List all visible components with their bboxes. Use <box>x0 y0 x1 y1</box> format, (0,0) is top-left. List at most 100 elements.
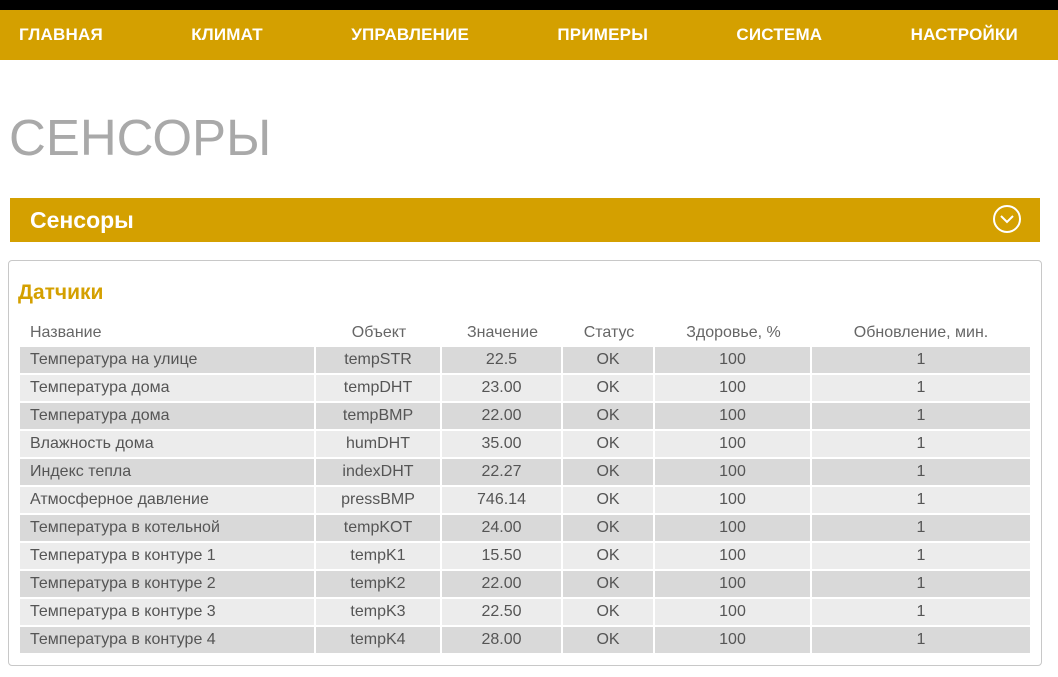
table-row: Температура в контуре 1 tempK1 15.50 OK 100 1 <box>20 543 1030 569</box>
nav-item-examples[interactable]: ПРИМЕРЫ <box>557 25 648 45</box>
cell-name: Температура в контуре 3 <box>20 599 316 625</box>
table-row: Температура в котельной tempKOT 24.00 OK 100… <box>20 515 1030 541</box>
nav-item-control[interactable]: УПРАВЛЕНИЕ <box>351 25 469 45</box>
cell-value: 22.00 <box>442 403 563 429</box>
cell-name: Температура в котельной <box>20 515 316 541</box>
cell-status: OK <box>563 487 655 513</box>
cell-health: 100 <box>655 543 812 569</box>
table-row: Индекс тепла indexDHT 22.27 OK 100 1 <box>20 459 1030 485</box>
cell-name: Атмосферное давление <box>20 487 316 513</box>
cell-value: 23.00 <box>442 375 563 401</box>
cell-health: 100 <box>655 347 812 373</box>
panel-title: Датчики <box>18 281 104 304</box>
cell-value: 15.50 <box>442 543 563 569</box>
nav-item-settings[interactable]: НАСТРОЙКИ <box>911 25 1018 45</box>
cell-status: OK <box>563 375 655 401</box>
cell-update: 1 <box>812 431 1030 457</box>
table-row: Температура дома tempDHT 23.00 OK 100 1 <box>20 375 1030 401</box>
cell-update: 1 <box>812 571 1030 597</box>
cell-object: humDHT <box>316 431 442 457</box>
cell-name: Температура в контуре 4 <box>20 627 316 653</box>
nav-item-climate[interactable]: КЛИМАТ <box>191 25 263 45</box>
cell-name: Температура в контуре 2 <box>20 571 316 597</box>
cell-update: 1 <box>812 347 1030 373</box>
table-row: Температура в контуре 4 tempK4 28.00 OK 100 1 <box>20 627 1030 653</box>
cell-health: 100 <box>655 599 812 625</box>
cell-name: Температура дома <box>20 375 316 401</box>
table-row: Атмосферное давление pressBMP 746.14 OK 100 1 <box>20 487 1030 513</box>
cell-health: 100 <box>655 403 812 429</box>
cell-value: 22.00 <box>442 571 563 597</box>
cell-status: OK <box>563 459 655 485</box>
cell-health: 100 <box>655 487 812 513</box>
cell-update: 1 <box>812 459 1030 485</box>
nav-item-system[interactable]: СИСТЕМА <box>736 25 822 45</box>
table-row: Влажность дома humDHT 35.00 OK 100 1 <box>20 431 1030 457</box>
section-title: Сенсоры <box>30 206 134 233</box>
cell-status: OK <box>563 403 655 429</box>
cell-name: Температура на улице <box>20 347 316 373</box>
column-header-value: Значение <box>467 324 538 341</box>
cell-update: 1 <box>812 599 1030 625</box>
cell-value: 22.5 <box>442 347 563 373</box>
cell-name: Температура дома <box>20 403 316 429</box>
cell-value: 22.50 <box>442 599 563 625</box>
column-header-health: Здоровье, % <box>686 324 781 341</box>
cell-value: 746.14 <box>442 487 563 513</box>
cell-name: Влажность дома <box>20 431 316 457</box>
cell-health: 100 <box>655 459 812 485</box>
cell-health: 100 <box>655 571 812 597</box>
cell-name: Температура в контуре 1 <box>20 543 316 569</box>
cell-object: tempK3 <box>316 599 442 625</box>
cell-object: tempK4 <box>316 627 442 653</box>
cell-status: OK <box>563 431 655 457</box>
cell-update: 1 <box>812 487 1030 513</box>
cell-update: 1 <box>812 375 1030 401</box>
cell-value: 22.27 <box>442 459 563 485</box>
cell-object: tempDHT <box>316 375 442 401</box>
cell-object: tempBMP <box>316 403 442 429</box>
cell-value: 24.00 <box>442 515 563 541</box>
cell-health: 100 <box>655 431 812 457</box>
cell-status: OK <box>563 515 655 541</box>
chevron-down-icon <box>1000 214 1014 223</box>
table-row: Температура в контуре 3 tempK3 22.50 OK 100 1 <box>20 599 1030 625</box>
cell-health: 100 <box>655 627 812 653</box>
cell-object: tempKOT <box>316 515 442 541</box>
table-row: Температура на улице tempSTR 22.5 OK 100 1 <box>20 347 1030 373</box>
table-header-row: Название Объект Значение Статус Здоровье… <box>20 321 1030 345</box>
page-title: СЕНСОРЫ <box>9 109 272 166</box>
nav-item-home[interactable]: ГЛАВНАЯ <box>19 25 103 45</box>
cell-health: 100 <box>655 375 812 401</box>
column-header-status: Статус <box>583 324 635 341</box>
column-header-object: Объект <box>351 324 407 341</box>
cell-object: tempSTR <box>316 347 442 373</box>
cell-update: 1 <box>812 515 1030 541</box>
cell-value: 28.00 <box>442 627 563 653</box>
cell-update: 1 <box>812 543 1030 569</box>
column-header-update: Обновление, мин. <box>853 324 989 341</box>
cell-object: tempK1 <box>316 543 442 569</box>
cell-object: pressBMP <box>316 487 442 513</box>
cell-status: OK <box>563 627 655 653</box>
cell-name: Индекс тепла <box>20 459 316 485</box>
main-nav: ГЛАВНАЯ КЛИМАТ УПРАВЛЕНИЕ ПРИМЕРЫ СИСТЕМ… <box>0 10 1058 60</box>
top-strip <box>0 0 1058 10</box>
cell-status: OK <box>563 599 655 625</box>
cell-value: 35.00 <box>442 431 563 457</box>
cell-object: indexDHT <box>316 459 442 485</box>
cell-status: OK <box>563 571 655 597</box>
cell-status: OK <box>563 347 655 373</box>
chevron-down-circle-icon[interactable] <box>993 205 1021 233</box>
table-row: Температура дома tempBMP 22.00 OK 100 1 <box>20 403 1030 429</box>
cell-health: 100 <box>655 515 812 541</box>
table-row: Температура в контуре 2 tempK2 22.00 OK 100 1 <box>20 571 1030 597</box>
cell-update: 1 <box>812 403 1030 429</box>
cell-status: OK <box>563 543 655 569</box>
column-header-name: Название <box>30 324 102 341</box>
sensors-table: Название Объект Значение Статус Здоровье… <box>20 319 1030 655</box>
cell-object: tempK2 <box>316 571 442 597</box>
section-header-sensors[interactable]: Сенсоры <box>10 198 1040 242</box>
cell-update: 1 <box>812 627 1030 653</box>
sensors-panel: Датчики Название Объект Значение Статус … <box>8 260 1042 666</box>
